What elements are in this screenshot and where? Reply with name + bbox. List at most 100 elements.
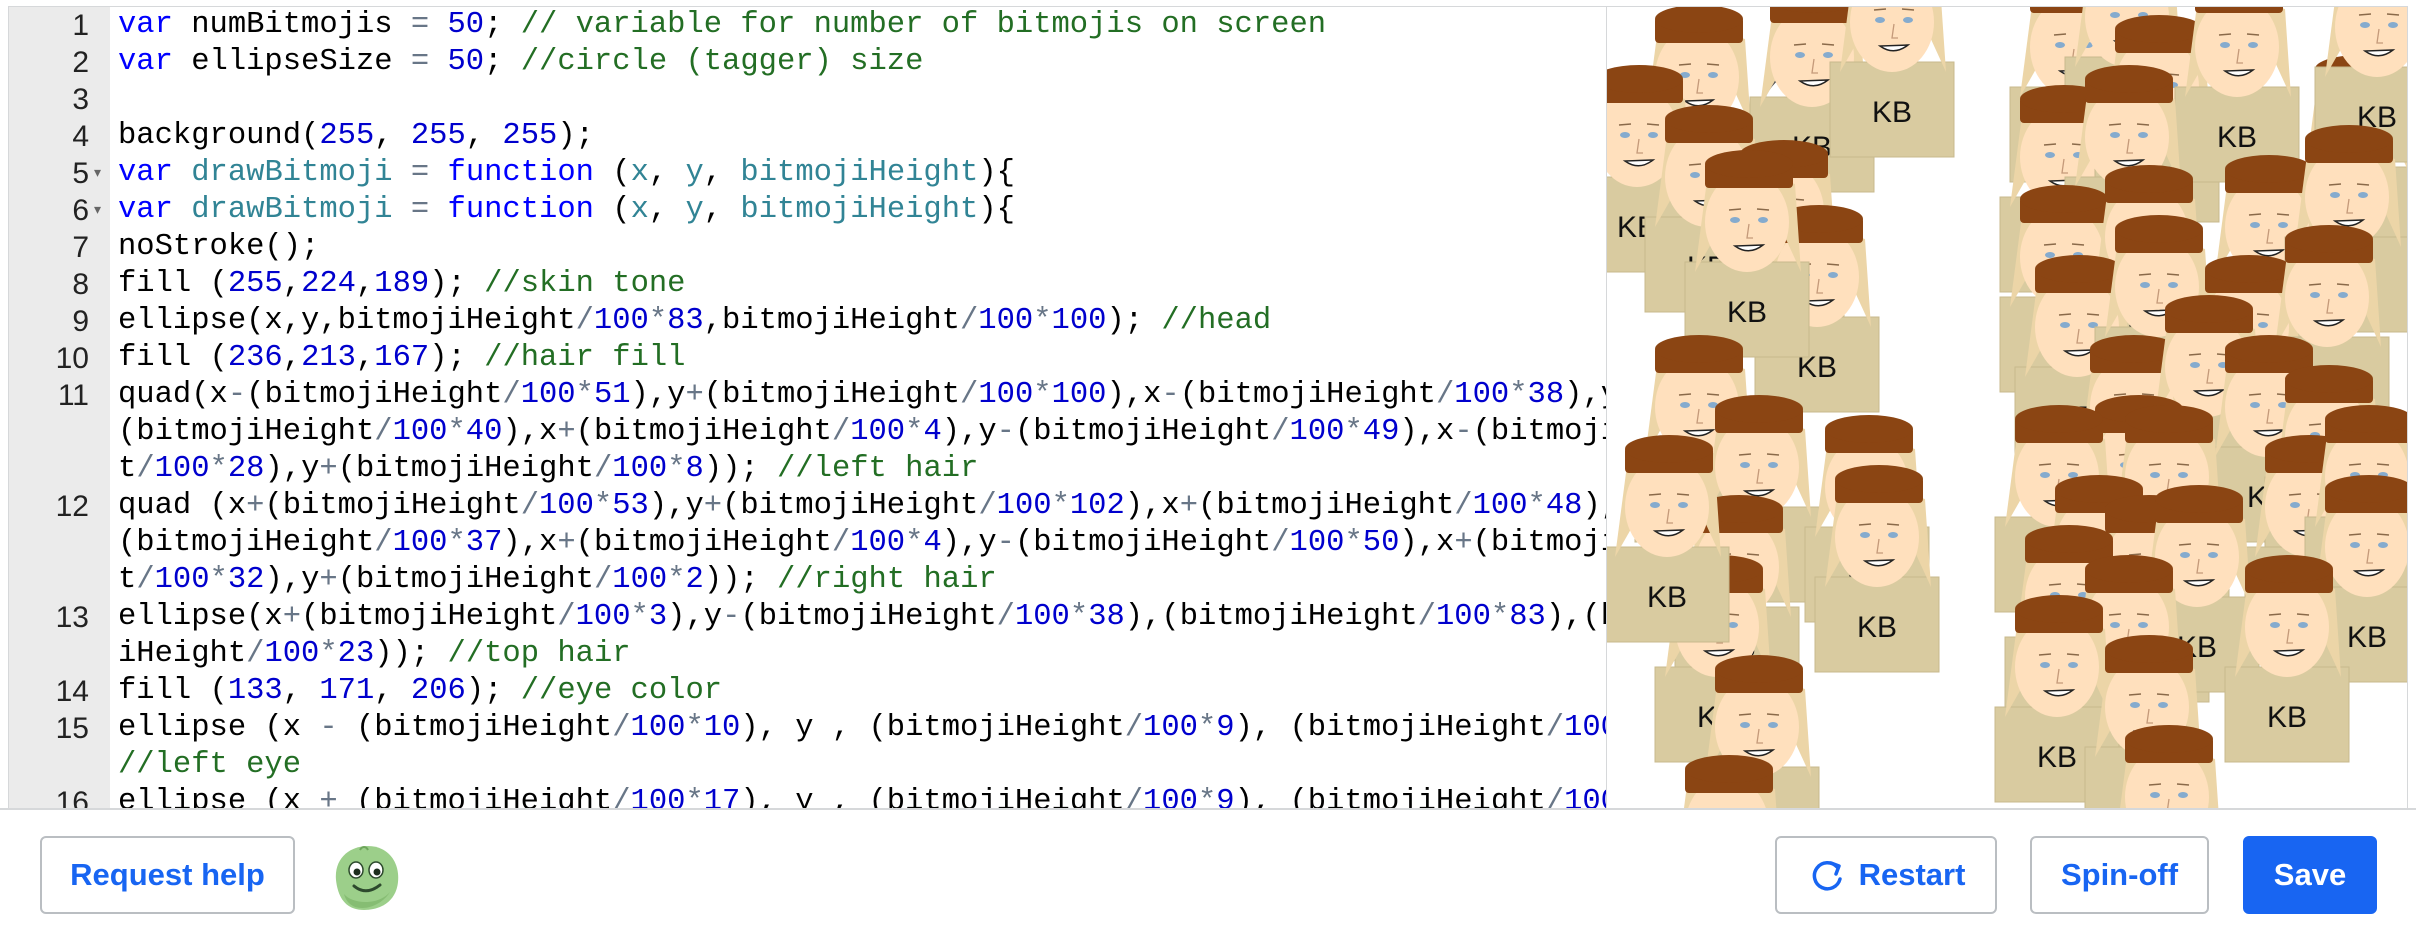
bitmoji-canvas[interactable]: KBKBKBKBKBKBKBKBKBKBKBKBKBKBKBKBKBKBKBKB… <box>1607 7 2408 808</box>
code-line[interactable]: 14 fill (133, 171, 206); //eye color <box>56 673 1604 710</box>
code-token: * <box>593 489 613 523</box>
code-token: (bitmojiHeight <box>740 600 997 634</box>
code-token: + <box>685 378 704 412</box>
code-token: 100 <box>612 452 668 486</box>
code-token: 10 <box>703 711 741 745</box>
fold-arrow-icon[interactable]: ▾ <box>94 155 101 192</box>
code-token: / <box>1124 711 1144 745</box>
code-token: + <box>319 452 338 486</box>
code-token: * <box>685 711 704 745</box>
code-line[interactable]: 9 ellipse(x,y,bitmojiHeight/100*83,bitmoj… <box>72 303 1604 340</box>
code-line[interactable]: 3 <box>72 81 1604 118</box>
code-token: / <box>612 785 631 808</box>
code-line[interactable]: t/100*28),y+(bitmojiHeight/100*8)); //le… <box>118 451 1604 488</box>
code-token: (bitmojiHeight <box>722 489 979 523</box>
spin-off-label: Spin-off <box>2060 857 2179 892</box>
code-token: ),x <box>502 415 558 449</box>
code-line[interactable]: 7 noStroke(); <box>72 229 1604 266</box>
code-token: )); <box>703 452 759 486</box>
shirt-label: KB <box>2347 621 2387 654</box>
code-token: - <box>1161 378 1180 412</box>
code-token: , <box>282 267 302 301</box>
code-token: // variable for number of bitmojis on sc… <box>520 8 1327 42</box>
request-help-button[interactable]: Request help <box>40 836 295 914</box>
code-token: iHeight <box>118 637 247 671</box>
code-token: 3 <box>648 600 668 634</box>
code-token: * <box>905 415 924 449</box>
code-token: + <box>319 785 338 808</box>
code-token: * <box>1197 785 1217 808</box>
code-token: y <box>685 193 704 227</box>
code-editor[interactable]: 1 var numBitmojis = 50; // variable for n… <box>8 6 1606 808</box>
code-token: = <box>410 193 430 227</box>
code-line[interactable]: //left eye <box>118 747 1604 784</box>
line-number: 15 <box>55 712 89 745</box>
code-token: (bitmojiHeight <box>337 452 594 486</box>
code-token: (bitmojiHeight <box>703 378 961 412</box>
code-area[interactable]: 1 var numBitmojis = 50; // variable for n… <box>56 7 1606 808</box>
code-token: (bitmojiHeigh <box>1472 526 1606 560</box>
code-line[interactable]: 6 ▾ var drawBitmoji = function (x, y, bitm… <box>72 192 1604 229</box>
code-line[interactable]: 12 quad (x+(bitmojiHeight/100*53),y+(bitm… <box>56 488 1606 525</box>
code-token: 100 <box>1435 600 1491 634</box>
code-token: * <box>630 600 649 634</box>
code-token: //left hair <box>777 452 979 486</box>
code-line[interactable]: t/100*32),y+(bitmojiHeight/100*2)); //ri… <box>118 562 1604 599</box>
spin-off-button[interactable]: Spin-off <box>2030 836 2209 914</box>
code-token: 50 <box>447 45 485 79</box>
code-token: 40 <box>465 415 503 449</box>
code-token: 255 <box>319 119 375 153</box>
code-line[interactable]: (bitmojiHeight/100*40),x+(bitmojiHeight/… <box>118 414 1606 451</box>
code-token: * <box>447 415 466 449</box>
code-line[interactable]: 8 fill (255,224,189); //skin tone <box>72 266 1604 303</box>
code-token: 8 <box>685 452 704 486</box>
code-line[interactable]: 4 background(255, 255, 255); <box>72 118 1604 155</box>
code-line[interactable]: 2 var ellipseSize = 50; //circle (tagger)… <box>72 44 1604 81</box>
code-token: ),y <box>941 526 997 560</box>
shirt-label: KB <box>1727 296 1767 329</box>
code-token: 100 <box>1014 600 1070 634</box>
code-line[interactable]: 1 var numBitmojis = 50; // variable for n… <box>72 7 1604 44</box>
code-line[interactable]: 10 fill (236,213,167); //hair fill <box>56 340 1604 377</box>
code-token: 100 <box>978 304 1034 338</box>
code-line[interactable]: 5 ▾ var drawBitmoji = function (x, y, bitm… <box>72 155 1604 192</box>
code-token: 100 <box>593 304 649 338</box>
code-line[interactable]: 13 ellipse(x+(bitmojiHeight/100*3),y-(bit… <box>56 599 1606 636</box>
code-token: (bitmojiHeight <box>337 785 613 808</box>
code-token: + <box>246 489 265 523</box>
code-token: var <box>118 193 173 227</box>
code-token: ),x <box>1399 526 1455 560</box>
code-token: ,bitmojiHeight <box>703 304 960 338</box>
code-token: , <box>648 193 686 227</box>
code-token: / <box>557 600 576 634</box>
code-token: 100 <box>1289 415 1345 449</box>
code-token: //hair fill <box>484 341 686 375</box>
code-token: numBitmojis <box>172 8 411 42</box>
code-token: 255 <box>227 267 283 301</box>
code-token: //left eye <box>118 748 302 782</box>
code-token: ), y , (bitmojiHeight <box>740 785 1125 808</box>
line-number: 4 <box>72 120 89 153</box>
code-token: 9 <box>1216 711 1235 745</box>
code-token: (bitmojiHeight <box>1198 489 1455 523</box>
code-token: ; <box>484 8 521 42</box>
code-token: 100 <box>1051 304 1107 338</box>
code-token: 206 <box>410 674 466 708</box>
code-token: 100 <box>154 452 210 486</box>
code-line[interactable]: iHeight/100*23)); //top hair <box>118 636 1604 673</box>
code-token: ),(bitmoj <box>1545 600 1606 634</box>
restart-icon <box>1812 861 1842 891</box>
line-number: 13 <box>55 601 89 634</box>
code-line[interactable]: 11 quad(x-(bitmojiHeight/100*51),y+(bitmo… <box>58 377 1606 414</box>
save-button[interactable]: Save <box>2243 836 2377 914</box>
output-canvas[interactable]: KBKBKBKBKBKBKBKBKBKBKBKBKBKBKBKBKBKBKBKB… <box>1606 6 2408 808</box>
code-token: ( <box>593 156 631 190</box>
code-line[interactable]: (bitmojiHeight/100*37),x+(bitmojiHeight/… <box>118 525 1606 562</box>
code-line[interactable]: 15 ellipse (x - (bitmojiHeight/100*10), y… <box>56 710 1606 747</box>
code-token: drawBitmoji <box>191 156 393 190</box>
code-token: , <box>355 267 375 301</box>
fold-arrow-icon[interactable]: ▾ <box>94 192 101 229</box>
code-line[interactable]: 16 ellipse (x + (bitmojiHeight/100*17), y… <box>56 784 1606 808</box>
restart-button[interactable]: Restart <box>1775 836 1997 914</box>
